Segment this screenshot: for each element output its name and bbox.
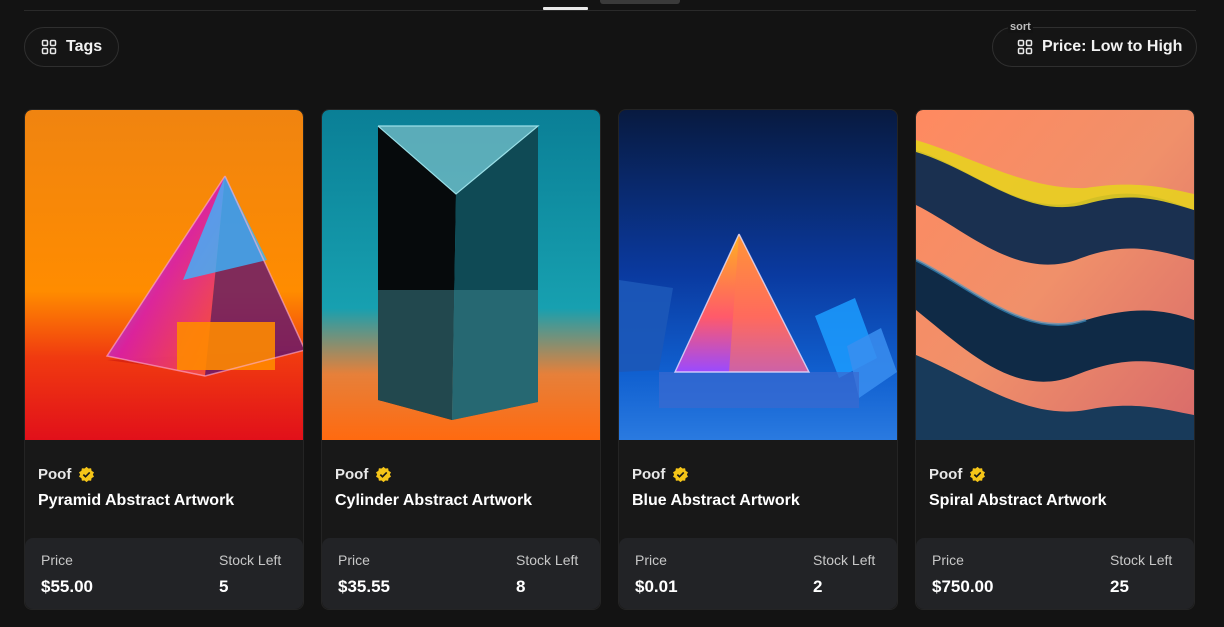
product-title[interactable]: Pyramid Abstract Artwork <box>38 492 234 510</box>
price-value: $750.00 <box>932 577 994 596</box>
stock-label: Stock Left <box>516 552 579 568</box>
creator[interactable]: Poof <box>38 466 95 483</box>
price-stock-panel: Price Stock Left $35.55 8 <box>322 538 600 609</box>
stock-label: Stock Left <box>219 552 282 568</box>
stock-value: 25 <box>1110 577 1129 596</box>
artwork-image[interactable] <box>619 110 897 440</box>
product-card[interactable]: Poof Spiral Abstract Artwork Price Stock… <box>915 109 1195 610</box>
creator-name: Poof <box>38 466 72 483</box>
price-value: $35.55 <box>338 577 390 596</box>
creator-name: Poof <box>335 466 369 483</box>
stock-value: 8 <box>516 577 526 596</box>
artwork-image[interactable] <box>25 110 303 440</box>
verified-badge-icon <box>673 466 689 483</box>
stock-label: Stock Left <box>813 552 876 568</box>
stock-value: 5 <box>219 577 229 596</box>
price-label: Price <box>338 552 370 568</box>
price-label: Price <box>932 552 964 568</box>
creator-name: Poof <box>929 466 963 483</box>
creator[interactable]: Poof <box>335 466 392 483</box>
price-value: $55.00 <box>41 577 93 596</box>
tags-filter-button[interactable]: Tags <box>24 27 119 67</box>
creator[interactable]: Poof <box>632 466 689 483</box>
artwork-image[interactable] <box>322 110 600 440</box>
stock-label: Stock Left <box>1110 552 1173 568</box>
creator-name: Poof <box>632 466 666 483</box>
product-title[interactable]: Cylinder Abstract Artwork <box>335 492 532 510</box>
price-stock-panel: Price Stock Left $750.00 25 <box>916 538 1194 609</box>
product-card[interactable]: Poof Pyramid Abstract Artwork Price Stoc… <box>24 109 304 610</box>
grid-icon <box>1017 39 1033 55</box>
active-tab-indicator <box>543 7 588 10</box>
product-title[interactable]: Blue Abstract Artwork <box>632 492 800 510</box>
stock-value: 2 <box>813 577 823 596</box>
sort-caption: sort <box>1008 21 1033 33</box>
price-value: $0.01 <box>635 577 678 596</box>
tags-label: Tags <box>66 38 103 55</box>
creator[interactable]: Poof <box>929 466 986 483</box>
product-title[interactable]: Spiral Abstract Artwork <box>929 492 1107 510</box>
sort-select[interactable]: Price: Low to High <box>992 27 1197 67</box>
price-label: Price <box>41 552 73 568</box>
tab-strip[interactable] <box>600 0 680 4</box>
price-label: Price <box>635 552 667 568</box>
artwork-image[interactable] <box>916 110 1194 440</box>
tabs-divider <box>24 10 1196 11</box>
sort-value: Price: Low to High <box>1042 38 1183 55</box>
verified-badge-icon <box>79 466 95 483</box>
verified-badge-icon <box>376 466 392 483</box>
product-card[interactable]: Poof Blue Abstract Artwork Price Stock L… <box>618 109 898 610</box>
grid-icon <box>41 39 57 55</box>
price-stock-panel: Price Stock Left $55.00 5 <box>25 538 303 609</box>
price-stock-panel: Price Stock Left $0.01 2 <box>619 538 897 609</box>
product-grid: Poof Pyramid Abstract Artwork Price Stoc… <box>24 109 1195 610</box>
product-card[interactable]: Poof Cylinder Abstract Artwork Price Sto… <box>321 109 601 610</box>
verified-badge-icon <box>970 466 986 483</box>
